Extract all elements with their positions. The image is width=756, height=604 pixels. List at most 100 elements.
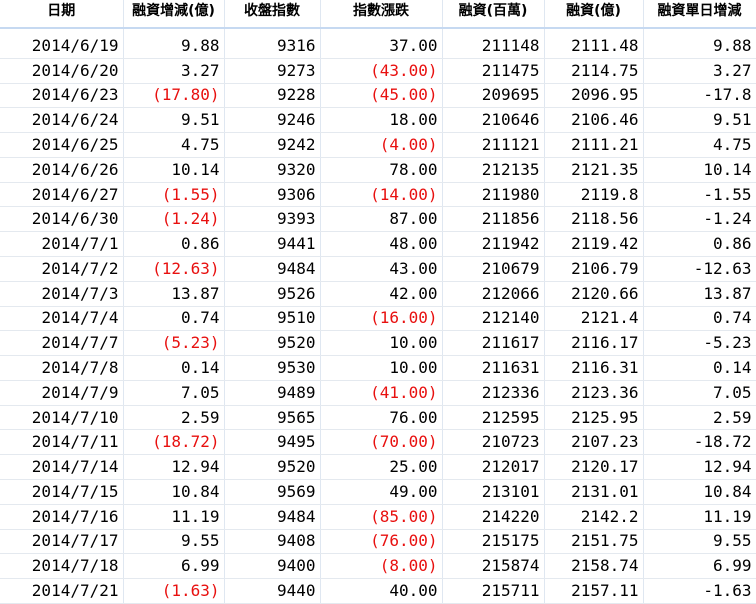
cell-margin-billion[interactable]: 2106.79 — [544, 256, 644, 282]
cell-margin-million[interactable]: 211980 — [442, 182, 545, 208]
cell-margin-million[interactable]: 210679 — [442, 256, 545, 282]
cell-margin-change-billion[interactable]: 2.59 — [123, 405, 225, 431]
cell-close-index[interactable]: 9400 — [224, 553, 321, 580]
cell-margin-million[interactable]: 212140 — [442, 306, 545, 332]
cell-index-change[interactable]: (85.00) — [320, 504, 443, 530]
cell-margin-change-billion[interactable]: (5.23) — [123, 330, 225, 357]
cell-margin-change-billion[interactable]: (17.80) — [123, 83, 225, 109]
cell-date[interactable]: 2014/7/4 — [0, 306, 124, 332]
cell-margin-change-billion[interactable]: 13.87 — [123, 281, 225, 307]
cell-index-change[interactable]: (4.00) — [320, 132, 443, 158]
cell-margin-change-billion[interactable]: (12.63) — [123, 256, 225, 282]
cell-index-change[interactable]: 49.00 — [320, 479, 443, 505]
cell-close-index[interactable]: 9495 — [224, 429, 321, 456]
cell-margin-billion[interactable]: 2111.48 — [544, 34, 644, 59]
cell-index-change[interactable]: 40.00 — [320, 578, 443, 604]
cell-index-change[interactable]: (16.00) — [320, 306, 443, 332]
cell-close-index[interactable]: 9408 — [224, 529, 321, 555]
cell-margin-million[interactable]: 209695 — [442, 83, 545, 109]
cell-margin-change-billion[interactable]: (1.24) — [123, 206, 225, 233]
cell-margin-billion[interactable]: 2157.11 — [544, 578, 644, 604]
header-index-change[interactable]: 指數漲跌 — [320, 0, 443, 29]
cell-index-change[interactable]: 25.00 — [320, 454, 443, 481]
cell-date[interactable]: 2014/6/30 — [0, 206, 124, 233]
cell-margin-change-billion[interactable]: 6.99 — [123, 553, 225, 580]
cell-close-index[interactable]: 9306 — [224, 182, 321, 208]
cell-margin-change-billion[interactable]: (1.55) — [123, 182, 225, 208]
cell-margin-million[interactable]: 212336 — [442, 380, 545, 406]
cell-index-change[interactable]: (8.00) — [320, 553, 443, 580]
cell-margin-billion[interactable]: 2114.75 — [544, 58, 644, 84]
header-margin-billion[interactable]: 融資(億) — [544, 0, 644, 29]
cell-margin-million[interactable]: 211475 — [442, 58, 545, 84]
cell-close-index[interactable]: 9316 — [224, 34, 321, 59]
cell-index-change[interactable]: 10.00 — [320, 330, 443, 357]
cell-close-index[interactable]: 9565 — [224, 405, 321, 431]
cell-date[interactable]: 2014/7/21 — [0, 578, 124, 604]
cell-index-change[interactable]: 10.00 — [320, 355, 443, 381]
cell-date[interactable]: 2014/7/11 — [0, 429, 124, 456]
cell-margin-change-billion[interactable]: 9.51 — [123, 107, 225, 134]
cell-margin-million[interactable]: 213101 — [442, 479, 545, 505]
cell-margin-change-billion[interactable]: 0.86 — [123, 231, 225, 257]
cell-margin-billion[interactable]: 2123.36 — [544, 380, 644, 406]
cell-margin-daily-change[interactable]: 10.84 — [643, 479, 756, 505]
header-date[interactable]: 日期 — [0, 0, 124, 29]
cell-close-index[interactable]: 9273 — [224, 58, 321, 84]
header-close-index[interactable]: 收盤指數 — [224, 0, 321, 29]
cell-margin-million[interactable]: 214220 — [442, 504, 545, 530]
cell-index-change[interactable]: 76.00 — [320, 405, 443, 431]
cell-date[interactable]: 2014/6/20 — [0, 58, 124, 84]
cell-margin-change-billion[interactable]: 7.05 — [123, 380, 225, 406]
cell-date[interactable]: 2014/6/23 — [0, 83, 124, 109]
cell-margin-change-billion[interactable]: (18.72) — [123, 429, 225, 456]
cell-margin-million[interactable]: 212595 — [442, 405, 545, 431]
cell-margin-daily-change[interactable]: -1.24 — [643, 206, 756, 233]
cell-margin-daily-change[interactable]: 0.14 — [643, 355, 756, 381]
cell-index-change[interactable]: 78.00 — [320, 157, 443, 183]
cell-margin-million[interactable]: 210723 — [442, 429, 545, 456]
cell-index-change[interactable]: 87.00 — [320, 206, 443, 233]
header-margin-change-billion[interactable]: 融資增減(億) — [123, 0, 225, 29]
cell-margin-million[interactable]: 215874 — [442, 553, 545, 580]
cell-close-index[interactable]: 9246 — [224, 107, 321, 134]
cell-margin-billion[interactable]: 2121.4 — [544, 306, 644, 332]
cell-margin-daily-change[interactable]: -12.63 — [643, 256, 756, 282]
cell-index-change[interactable]: 18.00 — [320, 107, 443, 134]
cell-margin-change-billion[interactable]: 0.74 — [123, 306, 225, 332]
cell-date[interactable]: 2014/7/15 — [0, 479, 124, 505]
cell-margin-million[interactable]: 212017 — [442, 454, 545, 481]
cell-margin-change-billion[interactable]: 10.84 — [123, 479, 225, 505]
cell-close-index[interactable]: 9526 — [224, 281, 321, 307]
cell-margin-million[interactable]: 211631 — [442, 355, 545, 381]
cell-index-change[interactable]: (76.00) — [320, 529, 443, 555]
cell-margin-change-billion[interactable]: 4.75 — [123, 132, 225, 158]
cell-close-index[interactable]: 9393 — [224, 206, 321, 233]
cell-margin-million[interactable]: 211121 — [442, 132, 545, 158]
cell-index-change[interactable]: (45.00) — [320, 83, 443, 109]
cell-margin-million[interactable]: 211942 — [442, 231, 545, 257]
cell-margin-billion[interactable]: 2119.8 — [544, 182, 644, 208]
cell-margin-billion[interactable]: 2111.21 — [544, 132, 644, 158]
cell-date[interactable]: 2014/7/3 — [0, 281, 124, 307]
cell-margin-million[interactable]: 215175 — [442, 529, 545, 555]
cell-index-change[interactable]: (43.00) — [320, 58, 443, 84]
cell-margin-billion[interactable]: 2125.95 — [544, 405, 644, 431]
cell-date[interactable]: 2014/7/14 — [0, 454, 124, 481]
cell-margin-billion[interactable]: 2120.17 — [544, 454, 644, 481]
cell-margin-daily-change[interactable]: 0.74 — [643, 306, 756, 332]
cell-close-index[interactable]: 9320 — [224, 157, 321, 183]
cell-margin-billion[interactable]: 2118.56 — [544, 206, 644, 233]
cell-margin-billion[interactable]: 2131.01 — [544, 479, 644, 505]
cell-margin-daily-change[interactable]: 4.75 — [643, 132, 756, 158]
cell-close-index[interactable]: 9484 — [224, 256, 321, 282]
cell-close-index[interactable]: 9520 — [224, 330, 321, 357]
cell-date[interactable]: 2014/7/9 — [0, 380, 124, 406]
cell-index-change[interactable]: (41.00) — [320, 380, 443, 406]
cell-index-change[interactable]: (14.00) — [320, 182, 443, 208]
cell-margin-billion[interactable]: 2120.66 — [544, 281, 644, 307]
cell-date[interactable]: 2014/7/1 — [0, 231, 124, 257]
cell-margin-million[interactable]: 211856 — [442, 206, 545, 233]
cell-close-index[interactable]: 9242 — [224, 132, 321, 158]
cell-index-change[interactable]: (70.00) — [320, 429, 443, 456]
